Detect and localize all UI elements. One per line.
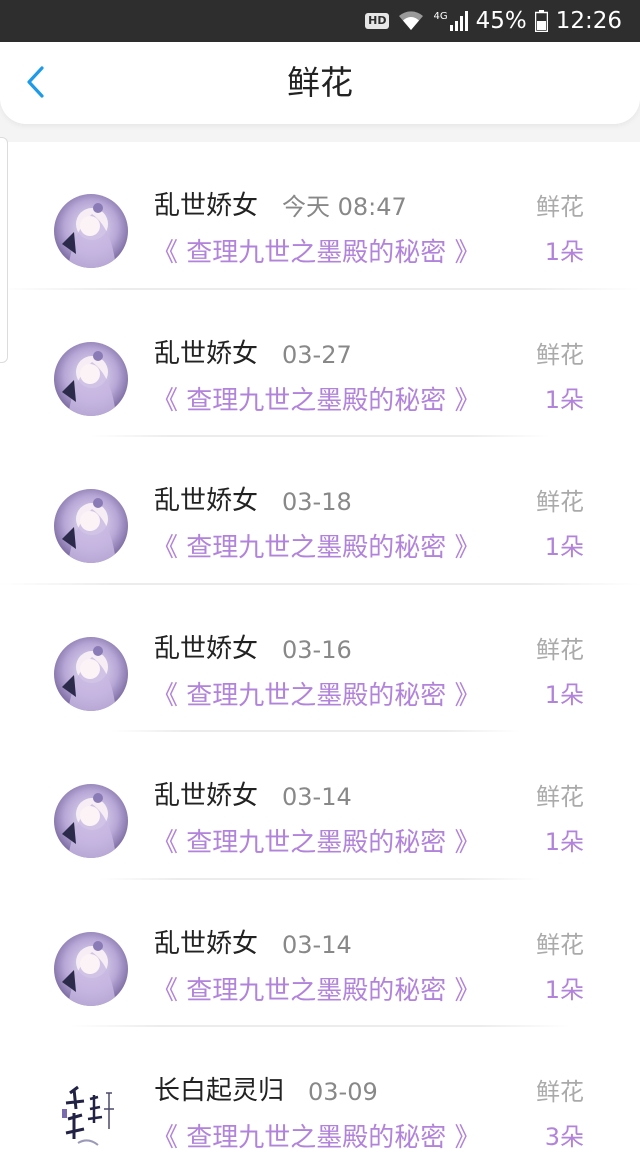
gift-count: 1朵 (544, 828, 584, 856)
flower-record-list: 乱世娇女 今天 08:47 《 查理九世之墨殿的秘密 》 鲜花 1朵 乱世娇女 … (0, 142, 640, 1175)
hd-badge: HD (365, 13, 390, 29)
user-name[interactable]: 乱世娇女 (154, 190, 258, 222)
gift-type: 鲜花 (536, 930, 584, 959)
list-item[interactable]: 乱世娇女 03-16 《 查理九世之墨殿的秘密 》 鲜花 1朵 (0, 585, 640, 732)
book-title[interactable]: 《 查理九世之墨殿的秘密 》 (152, 531, 481, 565)
battery-percent: 45% (475, 8, 527, 34)
user-name[interactable]: 乱世娇女 (154, 780, 258, 812)
book-title[interactable]: 《 查理九世之墨殿的秘密 》 (152, 236, 481, 270)
user-name[interactable]: 乱世娇女 (154, 633, 258, 665)
side-drawer-handle[interactable] (0, 137, 8, 363)
status-bar: HD 4G 45% 12:26 (0, 0, 640, 42)
list-item[interactable]: 乱世娇女 03-14 《 查理九世之墨殿的秘密 》 鲜花 1朵 (0, 880, 640, 1027)
network-type: 4G (433, 10, 448, 22)
page-title: 鲜花 (287, 63, 353, 102)
avatar[interactable] (54, 341, 128, 416)
timestamp: 03-14 (282, 783, 352, 811)
avatar[interactable] (54, 636, 128, 711)
gift-count: 1朵 (544, 975, 584, 1004)
list-item[interactable]: 长白起灵归 03-09 《 查理九世之墨殿的秘密 》 鲜花 3朵 (0, 1027, 640, 1175)
list-item[interactable]: 乱世娇女 03-18 《 查理九世之墨殿的秘密 》 鲜花 1朵 (0, 437, 640, 585)
gift-type: 鲜花 (536, 488, 584, 516)
avatar[interactable] (54, 784, 128, 858)
book-title[interactable]: 《 查理九世之墨殿的秘密 》 (152, 974, 481, 1008)
user-name[interactable]: 长白起灵归 (154, 1075, 284, 1107)
list-item[interactable]: 乱世娇女 03-14 《 查理九世之墨殿的秘密 》 鲜花 1朵 (0, 732, 640, 880)
list-item[interactable]: 乱世娇女 今天 08:47 《 查理九世之墨殿的秘密 》 鲜花 1朵 (0, 142, 640, 290)
user-name[interactable]: 乱世娇女 (154, 485, 258, 517)
clock: 12:26 (555, 8, 622, 34)
gift-type: 鲜花 (536, 340, 584, 369)
timestamp: 03-27 (282, 340, 352, 369)
book-title[interactable]: 《 查理九世之墨殿的秘密 》 (152, 1121, 481, 1155)
gift-type: 鲜花 (536, 1078, 584, 1106)
gift-count: 3朵 (544, 1123, 584, 1151)
book-title[interactable]: 《 查理九世之墨殿的秘密 》 (152, 679, 481, 713)
gift-type: 鲜花 (536, 783, 584, 811)
title-bar: 鲜花 (0, 42, 640, 124)
book-title[interactable]: 《 查理九世之墨殿的秘密 》 (152, 384, 481, 418)
timestamp: 03-14 (282, 930, 352, 959)
timestamp: 03-18 (282, 488, 352, 516)
user-name[interactable]: 乱世娇女 (154, 928, 258, 960)
header: 鲜花 (0, 42, 640, 142)
book-title[interactable]: 《 查理九世之墨殿的秘密 》 (152, 826, 481, 860)
status-bar-right: HD 4G 45% 12:26 (365, 0, 622, 42)
wifi-icon (397, 10, 425, 32)
avatar[interactable] (54, 931, 128, 1006)
user-name[interactable]: 乱世娇女 (154, 338, 258, 370)
battery-icon (534, 10, 548, 32)
avatar[interactable] (54, 1079, 128, 1153)
gift-count: 1朵 (544, 385, 584, 414)
list-item[interactable]: 乱世娇女 03-27 《 查理九世之墨殿的秘密 》 鲜花 1朵 (0, 290, 640, 437)
gift-type: 鲜花 (536, 635, 584, 664)
timestamp: 03-09 (308, 1078, 378, 1106)
avatar[interactable] (54, 489, 128, 563)
timestamp: 今天 08:47 (282, 193, 407, 221)
timestamp: 03-16 (282, 635, 352, 664)
gift-type: 鲜花 (536, 193, 584, 221)
avatar[interactable] (54, 194, 128, 268)
gift-count: 1朵 (544, 238, 584, 266)
gift-count: 1朵 (544, 533, 584, 561)
signal-icon (449, 11, 468, 31)
gift-count: 1朵 (544, 680, 584, 709)
